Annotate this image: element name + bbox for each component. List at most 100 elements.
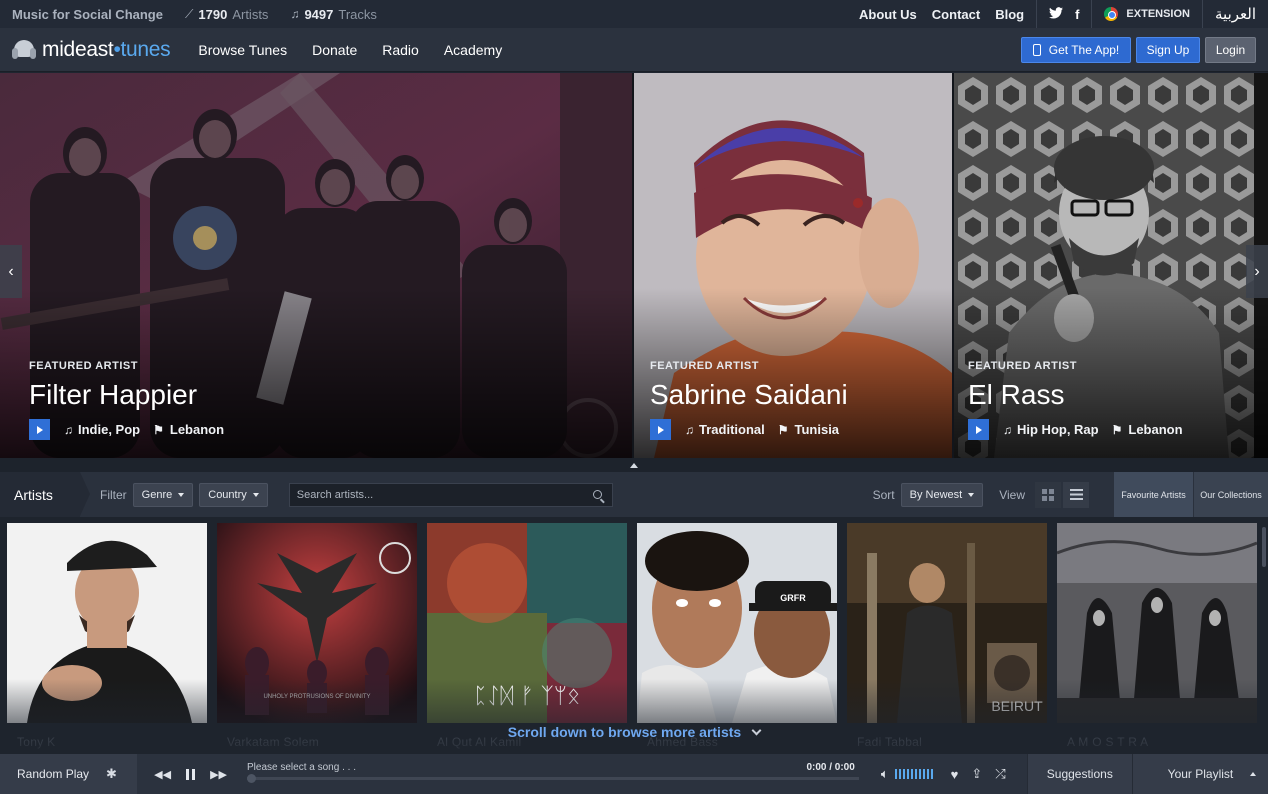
login-button[interactable]: Login (1205, 36, 1256, 63)
song-title: Please select a song . . . (247, 762, 356, 773)
caret-down-icon (252, 492, 259, 497)
filter-label: Filter (100, 487, 127, 502)
featured-artist-name[interactable]: El Rass (968, 379, 1183, 411)
get-app-button[interactable]: Get The App! (1021, 36, 1131, 63)
artist-search (288, 482, 613, 507)
artists-tab[interactable]: Artists (0, 472, 90, 517)
play-button[interactable] (29, 419, 50, 440)
carousel-next-button[interactable]: › (1246, 245, 1268, 298)
shuffle-icon[interactable]: ⤮ (995, 766, 1005, 782)
featured-slide[interactable]: FEATURED ARTIST El Rass ♫ Hip Hop, Rap ⚑… (954, 73, 1268, 458)
album-art-text: BEIRUT (991, 698, 1043, 714)
blog-link[interactable]: Blog (995, 7, 1024, 22)
tab-favourite-artists[interactable]: Favourite Artists (1113, 472, 1193, 517)
top-bar: Music for Social Change ⟋ 1790 Artists ♫… (0, 0, 1268, 28)
headphones-logo-icon (12, 39, 36, 61)
flag-icon: ⚑ (1111, 422, 1123, 437)
scroll-hint[interactable]: Scroll down to browse more artists (0, 724, 1268, 740)
nav-browse-tunes[interactable]: Browse Tunes (198, 42, 287, 58)
country-dropdown[interactable]: Country (199, 482, 268, 507)
nav-academy[interactable]: Academy (444, 42, 502, 58)
rewind-icon[interactable]: ◀◀ (154, 768, 171, 781)
pause-icon[interactable] (186, 768, 196, 780)
featured-slide[interactable]: FEATURED ARTIST Filter Happier ♫ Indie, … (0, 73, 632, 458)
featured-meta: FEATURED ARTIST El Rass ♫ Hip Hop, Rap ⚑… (968, 360, 1183, 440)
caret-down-icon (968, 492, 975, 497)
about-us-link[interactable]: About Us (859, 7, 917, 22)
main-nav: mideast•tunes Browse Tunes Donate Radio … (0, 28, 1268, 72)
list-view-button[interactable] (1063, 481, 1089, 508)
tab-our-collections[interactable]: Our Collections (1193, 472, 1268, 517)
svg-text:GRFR: GRFR (780, 593, 806, 603)
artist-card[interactable]: BEIRUT Fadi Tabbal (847, 523, 1047, 753)
share-icon[interactable]: ⇪ (971, 766, 982, 782)
grid-view-button[interactable] (1035, 481, 1061, 508)
featured-genre[interactable]: Traditional (699, 422, 765, 437)
list-icon (1069, 489, 1083, 500)
music-note-icon: ♫ (290, 7, 300, 21)
flag-icon: ⚑ (153, 422, 164, 437)
nav-radio[interactable]: Radio (382, 42, 419, 58)
time-display: 0:00 / 0:00 (806, 762, 855, 773)
playlist-label: Your Playlist (1167, 767, 1234, 781)
progress-bar[interactable] (247, 777, 860, 780)
social-links: f (1049, 7, 1079, 22)
collapse-up-icon[interactable] (630, 462, 638, 468)
flag-icon: ⚑ (777, 422, 789, 437)
featured-country[interactable]: Lebanon (1128, 422, 1182, 437)
artist-card[interactable]: Tony K (7, 523, 207, 753)
featured-genre[interactable]: Indie, Pop (78, 422, 140, 437)
artists-count: 1790 (198, 6, 228, 22)
artist-card[interactable]: UNHOLY PROTRUSIONS OF DIVINITY Varkatam … (217, 523, 417, 753)
facebook-icon[interactable]: f (1075, 7, 1079, 22)
suggestions-tab[interactable]: Suggestions (1026, 754, 1132, 794)
fast-forward-icon[interactable]: ▶▶ (210, 768, 227, 781)
heart-icon[interactable]: ♥ (951, 767, 959, 782)
progress-handle[interactable] (247, 774, 257, 783)
search-input[interactable] (296, 488, 577, 501)
tracks-stat-label: Tracks (338, 6, 377, 22)
arabic-language-link[interactable]: العربية (1215, 5, 1256, 23)
twitter-icon[interactable] (1049, 6, 1064, 22)
featured-slide[interactable]: FEATURED ARTIST Sabrine Saidani ♫ Tradit… (634, 73, 952, 458)
featured-country[interactable]: Tunisia (795, 422, 840, 437)
featured-meta: FEATURED ARTIST Sabrine Saidani ♫ Tradit… (650, 360, 848, 440)
gear-icon[interactable]: ✱ (106, 766, 117, 782)
genre-dropdown[interactable]: Genre (132, 482, 194, 507)
country-label: Country (208, 488, 247, 501)
collapse-bar (0, 458, 1268, 472)
nav-donate[interactable]: Donate (312, 42, 357, 58)
random-play-button[interactable]: Random Play ✱ (0, 754, 138, 794)
scrollbar[interactable] (1262, 527, 1266, 567)
sign-up-button[interactable]: Sign Up (1136, 36, 1200, 63)
volume-bars[interactable] (894, 769, 933, 779)
nav-buttons: Get The App! Sign Up Login (1021, 36, 1256, 63)
phone-icon (1032, 43, 1041, 56)
extension-link[interactable]: EXTENSION (1104, 7, 1190, 21)
play-button[interactable] (650, 419, 671, 440)
get-app-label: Get The App! (1048, 42, 1120, 57)
contact-link[interactable]: Contact (932, 7, 980, 22)
volume-control[interactable]: 🔈︎ (881, 766, 933, 782)
carousel-prev-button[interactable]: ‹ (0, 245, 22, 298)
search-icon[interactable] (592, 489, 602, 499)
featured-artist-name[interactable]: Sabrine Saidani (650, 379, 848, 411)
sort-dropdown[interactable]: By Newest (900, 482, 984, 507)
artist-card[interactable]: ᛈᛇᛞ ᚠ ᛉᛘᛟ Al Qut Al Kamil (427, 523, 627, 753)
divider (1202, 0, 1203, 28)
featured-artist-name[interactable]: Filter Happier (29, 379, 224, 411)
sort-label: Sort (872, 487, 895, 502)
artist-card[interactable]: A M O S T R A (1057, 523, 1257, 753)
artist-card[interactable]: GRFR Ahmed Bass (637, 523, 837, 753)
artist-image: UNHOLY PROTRUSIONS OF DIVINITY (217, 523, 417, 723)
speaker-icon[interactable]: 🔈︎ (881, 766, 889, 782)
artist-grid: Tony K UNHOLY PROTRUSIONS OF DIVINITY Va… (0, 517, 1268, 754)
featured-country[interactable]: Lebanon (170, 422, 224, 437)
app: Music for Social Change ⟋ 1790 Artists ♫… (0, 0, 1268, 794)
featured-genre[interactable]: Hip Hop, Rap (1017, 422, 1099, 437)
play-button[interactable] (968, 419, 989, 440)
featured-details: ♫ Traditional ⚑ Tunisia (650, 419, 848, 440)
site-logo[interactable]: mideast•tunes (12, 37, 171, 62)
logo-text: mideast•tunes (42, 37, 171, 61)
your-playlist-tab[interactable]: Your Playlist (1131, 754, 1268, 794)
